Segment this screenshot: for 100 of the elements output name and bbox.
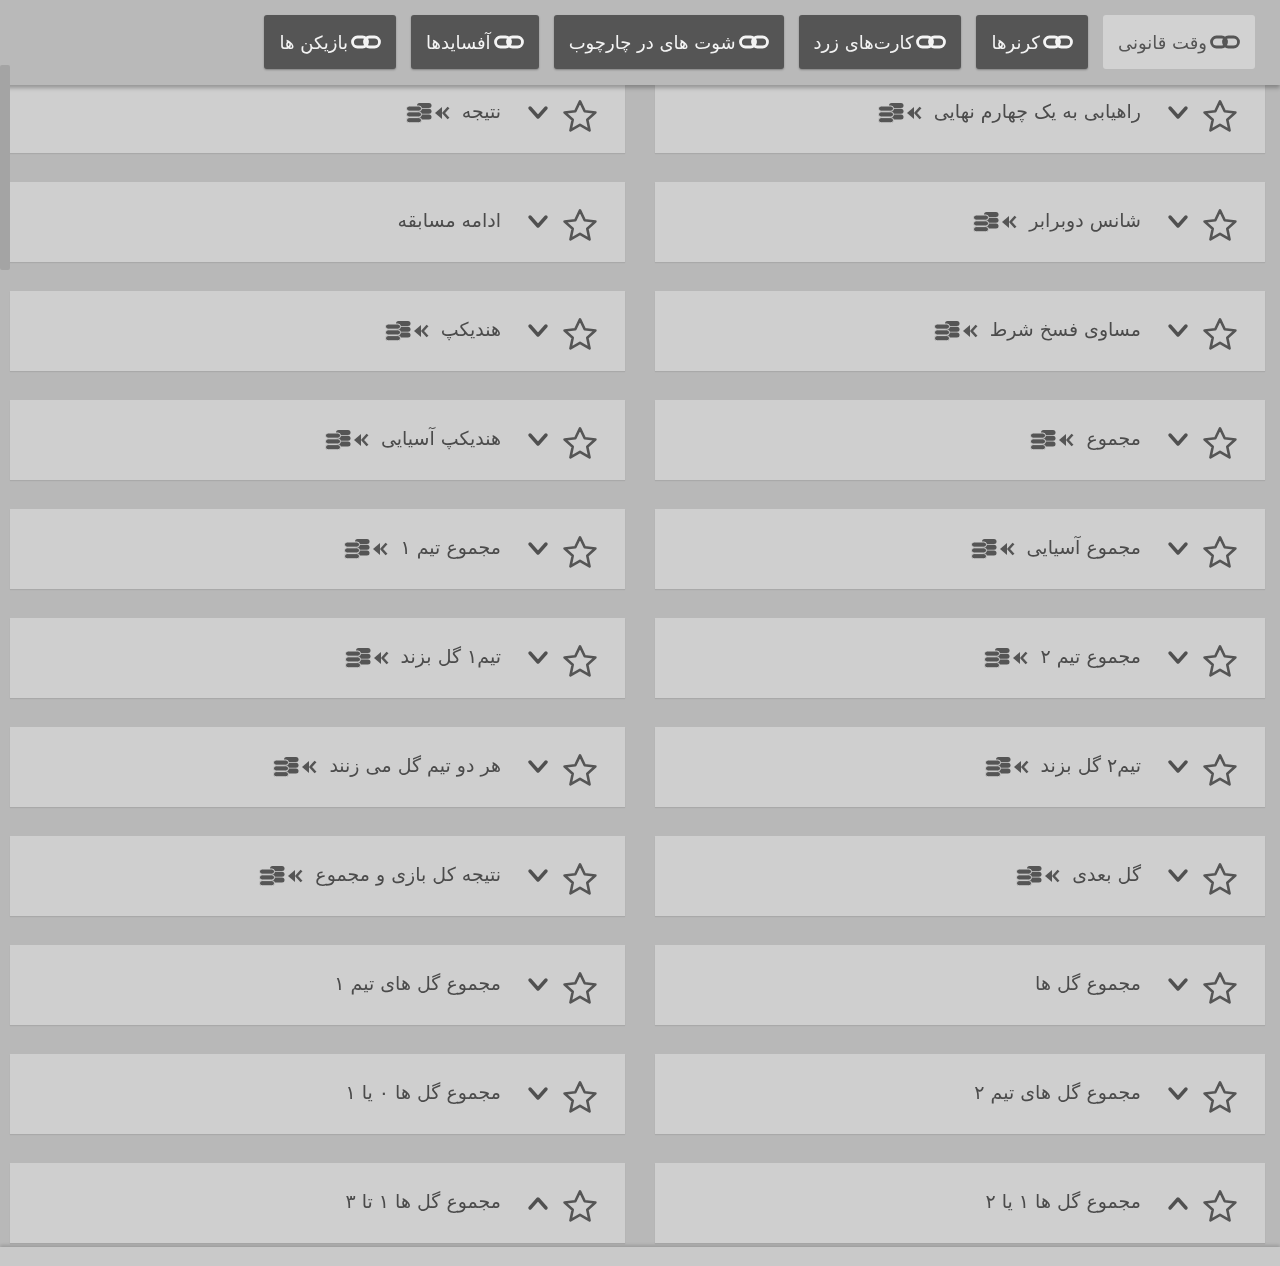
double-chevron-icon — [961, 323, 978, 339]
market-card[interactable]: تیم۱ گل بزند — [10, 618, 625, 698]
market-card[interactable]: گل بعدی — [655, 836, 1265, 916]
market-label: مجموع گل های تیم ۱ — [334, 972, 501, 997]
market-label: گل بعدی — [1072, 863, 1141, 887]
chevron-down-icon[interactable] — [1167, 650, 1189, 666]
star-icon[interactable] — [563, 208, 597, 242]
chevron-down-icon[interactable] — [527, 977, 549, 993]
chevron-down-icon[interactable] — [1167, 323, 1189, 339]
star-icon[interactable] — [563, 426, 597, 460]
star-icon[interactable] — [1203, 317, 1237, 351]
star-icon[interactable] — [1203, 535, 1237, 569]
double-chevron-icon — [1012, 759, 1029, 775]
chevron-down-icon[interactable] — [1167, 432, 1189, 448]
chevron-down-icon[interactable] — [1167, 214, 1189, 230]
chevron-down-icon[interactable] — [527, 759, 549, 775]
chevron-down-icon[interactable] — [1167, 759, 1189, 775]
star-icon[interactable] — [1203, 753, 1237, 787]
market-card[interactable]: هندیکپ — [10, 291, 625, 371]
chevron-up-icon[interactable] — [1167, 1195, 1189, 1211]
chevron-down-icon[interactable] — [527, 650, 549, 666]
star-icon[interactable] — [1203, 426, 1237, 460]
market-label: هندیکپ — [440, 318, 501, 343]
star-icon[interactable] — [563, 644, 597, 678]
market-card[interactable]: مجموع گل های تیم ۲ — [655, 1054, 1265, 1134]
chevron-down-icon[interactable] — [527, 1086, 549, 1102]
chevron-down-icon[interactable] — [527, 323, 549, 339]
double-chevron-icon — [352, 432, 369, 448]
tab[interactable]: آفسایدها — [411, 15, 539, 69]
market-label: مجموع آسیایی — [1026, 536, 1141, 561]
star-icon[interactable] — [563, 1080, 597, 1114]
tab[interactable]: کارت‌های زرد — [798, 15, 962, 69]
chevron-down-icon[interactable] — [527, 432, 549, 448]
market-card[interactable]: هندیکپ آسیایی — [10, 400, 625, 480]
market-label: مجموع — [1086, 427, 1141, 452]
star-icon[interactable] — [1203, 99, 1237, 133]
market-card[interactable]: مجموع تیم ۲ — [655, 618, 1265, 698]
market-card[interactable]: مساوی فسخ شرط — [655, 291, 1265, 371]
chevron-down-icon[interactable] — [1167, 868, 1189, 884]
link-icon — [1210, 35, 1240, 49]
double-chevron-icon — [433, 105, 450, 121]
star-icon[interactable] — [1203, 862, 1237, 896]
market-label: هندیکپ آسیایی — [380, 427, 501, 452]
chevron-down-icon[interactable] — [1167, 541, 1189, 557]
market-label: مجموع گل های تیم ۲ — [974, 1081, 1141, 1106]
link-icon — [916, 35, 947, 49]
tab[interactable]: کرنرها — [976, 15, 1088, 69]
tab[interactable]: شوت های در چارچوب — [553, 15, 784, 69]
market-label: مجموع گل ها ۰ یا ۱ — [345, 1081, 501, 1106]
star-icon[interactable] — [1203, 208, 1237, 242]
star-icon[interactable] — [563, 862, 597, 896]
market-card[interactable]: ادامه مسابقه — [10, 182, 625, 262]
market-label: تیم۱ گل بزند — [400, 645, 501, 670]
double-chevron-icon — [287, 868, 304, 884]
tab[interactable]: وقت قانونی — [1102, 15, 1255, 69]
tab[interactable]: بازیکن ها — [264, 15, 397, 69]
chevron-down-icon[interactable] — [527, 541, 549, 557]
market-card[interactable]: تیم۲ گل بزند — [655, 727, 1265, 807]
market-label: مجموع گل ها — [1035, 972, 1141, 997]
scrollbar-thumb[interactable] — [0, 65, 10, 270]
star-icon[interactable] — [1203, 1080, 1237, 1114]
market-card[interactable]: مجموع — [655, 400, 1265, 480]
market-card[interactable]: راهیابی به یک چهارم نهایی — [655, 85, 1265, 153]
market-card[interactable]: مجموع گل ها — [655, 945, 1265, 1025]
market-card[interactable]: مجموع گل ها ۰ یا ۱ — [10, 1054, 625, 1134]
star-icon[interactable] — [563, 753, 597, 787]
market-card[interactable]: مجموع گل ها ۱ یا ۲ — [655, 1163, 1265, 1243]
market-label: هر دو تیم گل می زنند — [329, 754, 501, 779]
double-chevron-icon — [372, 541, 389, 557]
market-card[interactable]: نتیجه — [10, 85, 625, 153]
double-chevron-icon — [1044, 868, 1061, 884]
chevron-up-icon[interactable] — [527, 1195, 549, 1211]
chevron-down-icon[interactable] — [527, 214, 549, 230]
market-label: مجموع تیم ۱ — [400, 536, 501, 561]
star-icon[interactable] — [563, 317, 597, 351]
star-icon[interactable] — [1203, 1189, 1237, 1223]
chevron-down-icon[interactable] — [527, 868, 549, 884]
chevron-down-icon[interactable] — [1167, 1086, 1189, 1102]
star-icon[interactable] — [563, 971, 597, 1005]
star-icon[interactable] — [563, 99, 597, 133]
market-label: مجموع گل ها ۱ یا ۲ — [985, 1190, 1141, 1215]
chevron-down-icon[interactable] — [1167, 977, 1189, 993]
chevron-down-icon[interactable] — [527, 105, 549, 121]
double-chevron-icon — [412, 323, 429, 339]
star-icon[interactable] — [563, 1189, 597, 1223]
star-icon[interactable] — [563, 535, 597, 569]
star-icon[interactable] — [1203, 644, 1237, 678]
market-card[interactable]: مجموع گل های تیم ۱ — [10, 945, 625, 1025]
market-card[interactable]: مجموع گل ها ۱ تا ۳ — [10, 1163, 625, 1243]
market-card[interactable]: مجموع تیم ۱ — [10, 509, 625, 589]
chevron-down-icon[interactable] — [1167, 105, 1189, 121]
star-icon[interactable] — [1203, 971, 1237, 1005]
market-card[interactable]: مجموع آسیایی — [655, 509, 1265, 589]
market-card[interactable]: نتیجه کل بازی و مجموع — [10, 836, 625, 916]
market-label: تیم۲ گل بزند — [1040, 754, 1141, 779]
double-chevron-icon — [301, 759, 318, 775]
double-chevron-icon — [905, 105, 922, 121]
link-icon — [493, 35, 524, 49]
market-card[interactable]: شانس دوبرابر — [655, 182, 1265, 262]
market-card[interactable]: هر دو تیم گل می زنند — [10, 727, 625, 807]
